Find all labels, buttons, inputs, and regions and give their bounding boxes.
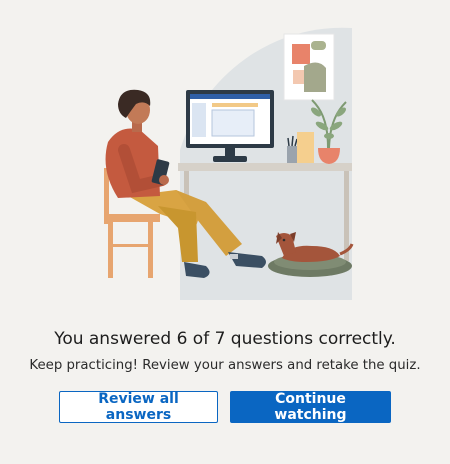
quiz-score-text: You answered 6 of 7 questions correctly. <box>54 329 396 349</box>
continue-watching-button[interactable]: Continue watching <box>230 391 391 423</box>
person-at-desk-illustration <box>104 27 354 300</box>
wall-art-icon <box>283 33 335 101</box>
quiz-encouragement-text: Keep practicing! Review your answers and… <box>29 358 421 373</box>
review-all-answers-button[interactable]: Review all answers <box>59 391 218 423</box>
book-icon <box>297 132 314 163</box>
